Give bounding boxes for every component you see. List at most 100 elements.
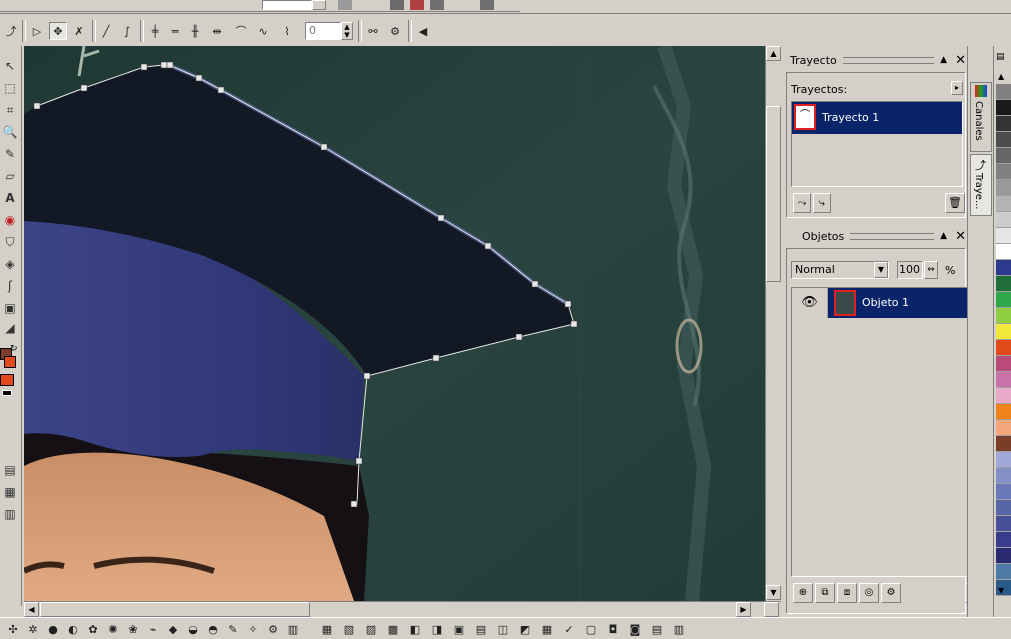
palette-swatch[interactable] — [996, 132, 1011, 148]
new-object-button[interactable]: ⊕ — [793, 583, 813, 603]
palette-swatch[interactable] — [996, 452, 1011, 468]
palette-swatch[interactable] — [996, 212, 1011, 228]
node-value-field[interactable]: 0 — [305, 22, 341, 40]
grid-icon[interactable]: ▥ — [670, 620, 688, 638]
eraser-tool-icon[interactable]: ▱ — [0, 166, 20, 186]
panel-icon[interactable]: ◫ — [494, 620, 512, 638]
frame-icon[interactable]: ▣ — [450, 620, 468, 638]
brush-icon[interactable]: ✲ — [24, 620, 42, 638]
navigator-icon[interactable]: ▤ — [0, 460, 20, 480]
grid-icon[interactable]: ▨ — [362, 620, 380, 638]
path-tool-icon[interactable]: ⤴ — [2, 22, 20, 40]
check-icon[interactable]: ✓ — [560, 620, 578, 638]
shadow-tool-icon[interactable]: ▣ — [0, 298, 20, 318]
palette-scroll-down-icon[interactable]: ▼ — [998, 586, 1004, 595]
scroll-left-button[interactable]: ◀ — [24, 602, 39, 617]
swap-colors-icon[interactable]: ↻ — [10, 344, 20, 354]
palette-swatch[interactable] — [996, 116, 1011, 132]
layers-icon[interactable]: ▦ — [0, 482, 20, 502]
properties-icon[interactable]: ▥ — [0, 504, 20, 524]
chevron-down-icon[interactable]: ▼ — [874, 262, 888, 278]
palette-swatch[interactable] — [996, 468, 1011, 484]
horizontal-scroll-thumb[interactable] — [40, 602, 310, 617]
curve-segment-icon[interactable]: ∫ — [118, 22, 136, 40]
scroll-up-button[interactable]: ▲ — [766, 46, 781, 61]
palette-swatch[interactable] — [996, 84, 1011, 100]
node-move-icon[interactable]: ✥ — [49, 22, 67, 40]
image-icon[interactable] — [410, 0, 424, 10]
palette-swatch[interactable] — [996, 436, 1011, 452]
color-icon[interactable]: ✿ — [84, 620, 102, 638]
palette-swatch[interactable] — [996, 292, 1011, 308]
pick-tool-icon[interactable]: ↖ — [0, 56, 20, 76]
split-icon[interactable]: ◧ — [406, 620, 424, 638]
lens-object-button[interactable]: ◎ — [859, 583, 879, 603]
rewind-icon[interactable]: ◀ — [414, 22, 432, 40]
split-icon[interactable]: ◨ — [428, 620, 446, 638]
palette-menu-icon[interactable]: ▤ — [996, 52, 1005, 62]
palette-swatch[interactable] — [996, 324, 1011, 340]
flower-icon[interactable]: ❀ — [124, 620, 142, 638]
symmetric-node-icon[interactable]: ⌇ — [278, 22, 296, 40]
effect-icon[interactable]: ✣ — [4, 620, 22, 638]
palette-swatch[interactable] — [996, 484, 1011, 500]
diamond-icon[interactable]: ◆ — [164, 620, 182, 638]
contrast-icon[interactable]: ◐ — [64, 620, 82, 638]
palette-swatch[interactable] — [996, 516, 1011, 532]
objects-panel-header[interactable]: Objetos ▲ ✕ — [786, 226, 966, 246]
print-icon[interactable] — [338, 0, 352, 10]
node-value-stepper[interactable]: ▲ ▼ — [341, 22, 353, 40]
corner-button[interactable] — [764, 602, 779, 617]
palette-swatch[interactable] — [996, 404, 1011, 420]
grid-icon[interactable]: ▧ — [340, 620, 358, 638]
zoom-dropdown[interactable] — [312, 0, 326, 10]
palette-swatch[interactable] — [996, 372, 1011, 388]
sphere-icon[interactable]: ◒ — [184, 620, 202, 638]
collapse-icon[interactable]: ▲ — [940, 55, 947, 65]
cusp-node-icon[interactable]: ⌒ — [232, 22, 250, 40]
sphere-icon[interactable]: ◓ — [204, 620, 222, 638]
palette-swatch[interactable] — [996, 548, 1011, 564]
opacity-field[interactable]: 100 — [897, 261, 923, 279]
palette-scroll-up-icon[interactable]: ▲ — [998, 72, 1004, 81]
palette-swatch[interactable] — [996, 308, 1011, 324]
scroll-right-button[interactable]: ▶ — [736, 602, 751, 617]
smooth-node-icon[interactable]: ∿ — [254, 22, 272, 40]
add-node-icon[interactable]: ╪ — [146, 22, 164, 40]
box-icon[interactable]: ▢ — [582, 620, 600, 638]
wave-icon[interactable]: ⌁ — [144, 620, 162, 638]
text-tool-icon[interactable]: A — [0, 188, 20, 208]
palette-swatch[interactable] — [996, 228, 1011, 244]
settings-icon[interactable]: ⚙ — [264, 620, 282, 638]
box-icon[interactable]: ◘ — [604, 620, 622, 638]
vertical-scrollbar[interactable]: ▲ ▼ — [765, 46, 781, 601]
object-settings-button[interactable]: ⚙ — [881, 583, 901, 603]
close-icon[interactable]: ✕ — [955, 53, 966, 68]
redeye-tool-icon[interactable]: ◉ — [0, 210, 20, 230]
eye-icon[interactable]: 👁 — [792, 288, 828, 318]
fill-color-swatch[interactable] — [0, 374, 14, 386]
path-panel-header[interactable]: Trayecto ▲ ✕ — [786, 50, 966, 70]
tone-icon[interactable]: ✺ — [104, 620, 122, 638]
palette-swatch[interactable] — [996, 180, 1011, 196]
objects-list[interactable]: 👁 Objeto 1 — [791, 287, 985, 577]
path-settings-icon[interactable]: ⚙ — [386, 22, 404, 40]
delete-path-button[interactable]: 🗑 — [945, 193, 965, 213]
palette-swatch[interactable] — [996, 100, 1011, 116]
mask-to-path-button[interactable]: ⤷ — [813, 193, 831, 213]
palette-swatch[interactable] — [996, 500, 1011, 516]
align-nodes-icon[interactable]: ⇹ — [208, 22, 226, 40]
box-icon[interactable]: ◙ — [626, 620, 644, 638]
path-to-mask-button[interactable]: ⤳ — [793, 193, 811, 213]
grid-icon[interactable]: ▩ — [384, 620, 402, 638]
node-delete-icon[interactable]: ✗ — [70, 22, 88, 40]
star-icon[interactable] — [430, 0, 444, 10]
sparkle-icon[interactable]: ✧ — [244, 620, 262, 638]
palette-swatch[interactable] — [996, 244, 1011, 260]
blend-mode-select[interactable]: Normal ▼ — [791, 261, 889, 279]
light-icon[interactable]: ● — [44, 620, 62, 638]
grid-icon[interactable]: ▤ — [648, 620, 666, 638]
grid-icon[interactable]: ▦ — [538, 620, 556, 638]
crop-tool-icon[interactable]: ⌗ — [0, 100, 20, 120]
horizontal-scrollbar[interactable]: ◀ ▶ — [24, 601, 781, 617]
